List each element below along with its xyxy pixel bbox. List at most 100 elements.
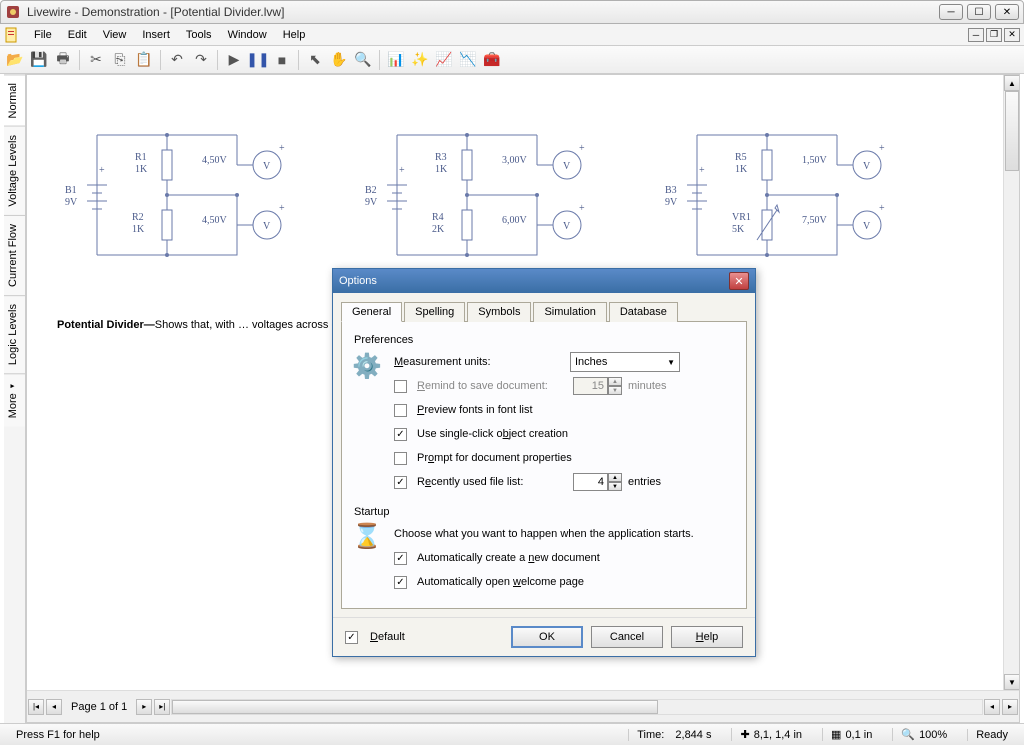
hand-icon[interactable]: ✋ <box>328 49 350 71</box>
minimize-button[interactable]: ─ <box>939 4 963 20</box>
maximize-button[interactable]: ☐ <box>967 4 991 20</box>
mdi-minimize-button[interactable]: ─ <box>968 28 984 42</box>
svg-text:+: + <box>579 143 585 154</box>
help-button[interactable]: Help <box>671 626 743 648</box>
default-checkbox[interactable] <box>345 631 358 644</box>
tab-database[interactable]: Database <box>609 302 678 322</box>
svg-text:+: + <box>99 165 105 176</box>
tab-general[interactable]: General <box>341 302 402 322</box>
svg-text:R1: R1 <box>135 152 147 163</box>
toolbox-icon[interactable]: 🧰 <box>481 49 503 71</box>
remind-save-label: Remind to save document: <box>417 380 567 392</box>
auto-welcome-label: Automatically open welcome page <box>417 576 584 588</box>
pointer-icon[interactable]: ⬉ <box>304 49 326 71</box>
mdi-restore-button[interactable]: ❐ <box>986 28 1002 42</box>
options-dialog: Options ✕ General Spelling Symbols Simul… <box>332 268 756 657</box>
tab-spelling[interactable]: Spelling <box>404 302 465 322</box>
auto-new-label: Automatically create a new document <box>417 552 600 564</box>
prev-page-icon[interactable]: ◂ <box>46 699 62 715</box>
undo-icon[interactable]: ↶ <box>166 49 188 71</box>
last-page-icon[interactable]: ▸| <box>154 699 170 715</box>
scroll-down-icon[interactable]: ▼ <box>1004 674 1020 690</box>
svg-text:9V: 9V <box>65 197 78 208</box>
status-time: Time: 2,844 s <box>628 729 719 741</box>
recent-files-checkbox[interactable] <box>394 476 407 489</box>
menu-view[interactable]: View <box>95 27 135 43</box>
menu-edit[interactable]: Edit <box>60 27 95 43</box>
close-button[interactable]: ✕ <box>995 4 1019 20</box>
single-click-checkbox[interactable] <box>394 428 407 441</box>
svg-text:V: V <box>263 161 271 172</box>
cancel-button[interactable]: Cancel <box>591 626 663 648</box>
scroll-thumb[interactable] <box>1005 91 1019 171</box>
svg-text:5K: 5K <box>732 224 745 235</box>
zoom-icon[interactable]: 🔍 <box>352 49 374 71</box>
default-label: Default <box>370 631 405 643</box>
tab-logic-levels[interactable]: Logic Levels <box>4 295 25 373</box>
mdi-close-button[interactable]: ✕ <box>1004 28 1020 42</box>
svg-text:R3: R3 <box>435 152 447 163</box>
svg-text:1K: 1K <box>735 164 748 175</box>
tab-voltage-levels[interactable]: Voltage Levels <box>4 126 25 215</box>
scroll-left-icon[interactable]: ◂ <box>984 699 1000 715</box>
svg-text:3,00V: 3,00V <box>502 155 528 166</box>
crosshair-icon: ✚ <box>740 728 749 741</box>
dialog-titlebar[interactable]: Options ✕ <box>333 269 755 293</box>
paste-icon[interactable]: 📋 <box>133 49 155 71</box>
first-page-icon[interactable]: |◂ <box>28 699 44 715</box>
scroll-up-icon[interactable]: ▲ <box>1004 75 1020 91</box>
cut-icon[interactable]: ✂ <box>85 49 107 71</box>
hscroll-thumb[interactable] <box>172 700 658 714</box>
page-indicator: Page 1 of 1 <box>63 701 135 713</box>
measurement-units-select[interactable]: Inches▼ <box>570 352 680 372</box>
tab-normal[interactable]: Normal <box>4 74 25 126</box>
chart-icon[interactable]: 📊 <box>385 49 407 71</box>
chart2-icon[interactable]: 📈 <box>433 49 455 71</box>
stop-icon[interactable]: ■ <box>271 49 293 71</box>
horizontal-scrollbar[interactable] <box>171 699 983 715</box>
preferences-heading: Preferences <box>354 334 734 346</box>
tab-simulation[interactable]: Simulation <box>533 302 606 322</box>
play-icon[interactable]: ▶ <box>223 49 245 71</box>
svg-text:B3: B3 <box>665 185 677 196</box>
tab-more[interactable]: More <box>4 373 25 426</box>
print-icon[interactable]: 🖶 <box>52 49 74 71</box>
menubar: File Edit View Insert Tools Window Help … <box>0 24 1024 46</box>
tab-current-flow[interactable]: Current Flow <box>4 215 25 295</box>
wizard-icon[interactable]: ✨ <box>409 49 431 71</box>
copy-icon[interactable]: ⎘ <box>109 49 131 71</box>
next-page-icon[interactable]: ▸ <box>136 699 152 715</box>
preview-fonts-checkbox[interactable] <box>394 404 407 417</box>
auto-welcome-checkbox[interactable] <box>394 576 407 589</box>
scroll-right-icon[interactable]: ▸ <box>1002 699 1018 715</box>
svg-text:V: V <box>263 221 271 232</box>
tab-symbols[interactable]: Symbols <box>467 302 531 322</box>
menu-window[interactable]: Window <box>220 27 275 43</box>
recent-files-spinner[interactable]: ▲▼ <box>573 473 622 491</box>
prompt-props-checkbox[interactable] <box>394 452 407 465</box>
circuit-1[interactable]: B1 9V + R1 1K R2 1K V + 4,50V V + 4,50V <box>57 105 307 285</box>
menu-tools[interactable]: Tools <box>178 27 220 43</box>
preview-fonts-label: Preview fonts in font list <box>417 404 533 416</box>
svg-text:B1: B1 <box>65 185 77 196</box>
menu-help[interactable]: Help <box>275 27 314 43</box>
svg-text:9V: 9V <box>365 197 378 208</box>
svg-text:V: V <box>563 161 571 172</box>
svg-text:+: + <box>579 203 585 214</box>
redo-icon[interactable]: ↷ <box>190 49 212 71</box>
chart3-icon[interactable]: 📉 <box>457 49 479 71</box>
vertical-scrollbar[interactable]: ▲ ▼ <box>1003 75 1019 690</box>
pause-icon[interactable]: ❚❚ <box>247 49 269 71</box>
open-icon[interactable]: 📂 <box>4 49 26 71</box>
ok-button[interactable]: OK <box>511 626 583 648</box>
single-click-label: Use single-click object creation <box>417 428 568 440</box>
auto-new-checkbox[interactable] <box>394 552 407 565</box>
view-tabs: Normal Voltage Levels Current Flow Logic… <box>4 74 26 723</box>
menu-file[interactable]: File <box>26 27 60 43</box>
dialog-close-button[interactable]: ✕ <box>729 272 749 290</box>
circuit-3[interactable]: B3 9V + R5 1K VR1 5K V + 1,50V V + 7,50V <box>657 105 907 285</box>
svg-text:+: + <box>879 203 885 214</box>
circuit-2[interactable]: B2 9V + R3 1K R4 2K V + 3,00V V + 6,00V <box>357 105 607 285</box>
save-icon[interactable]: 💾 <box>28 49 50 71</box>
menu-insert[interactable]: Insert <box>134 27 178 43</box>
